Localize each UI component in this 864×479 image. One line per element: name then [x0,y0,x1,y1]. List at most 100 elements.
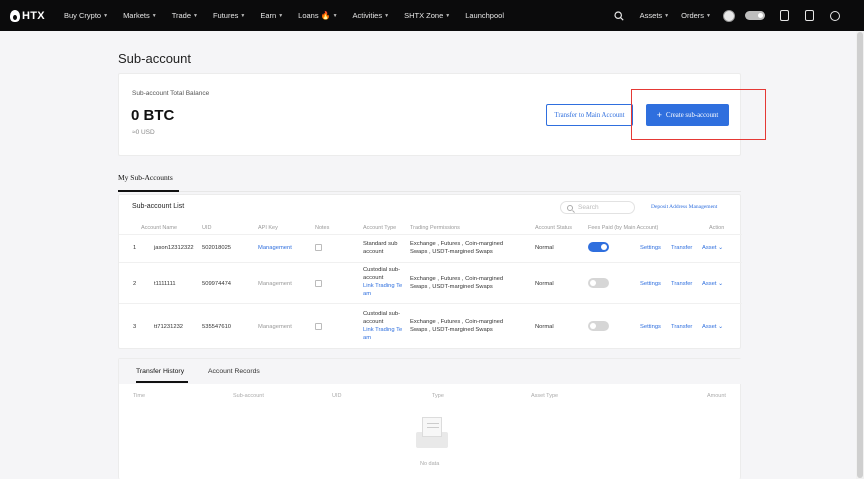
logo-text: HTX [22,9,45,22]
account-name: tt71231232 [154,324,184,330]
transfer-link[interactable]: Transfer [671,323,692,331]
tab-transfer-history[interactable]: Transfer History [136,368,184,375]
caret-down-icon: ▼ [151,12,157,19]
asset-link[interactable]: Asset ⌄ [702,323,723,331]
header-amount: Amount [707,393,726,399]
fire-icon: 🔥 [320,11,331,20]
account-name: t1111111 [154,281,176,287]
nav-earn[interactable]: Earn ▼ [260,11,283,20]
account-uid: 535547610 [202,324,232,330]
caret-down-icon: ▼ [332,12,338,19]
download-icon[interactable] [780,10,789,21]
tab-my-sub-accounts[interactable]: My Sub-Accounts [118,173,173,182]
empty-state-text: No data [420,461,440,467]
header-type: Type [432,393,444,399]
transfer-link[interactable]: Transfer [671,244,692,252]
settings-link[interactable]: Settings [640,280,661,288]
account-name: jason12312322 [154,245,194,251]
link-trading-team[interactable]: Link Trading Te [363,326,402,334]
nav-label: Launchpool [465,11,504,20]
nav-label: Activities [352,11,383,20]
header-account-name: Account Name [141,225,178,231]
paper-line [427,427,439,428]
account-status: Normal [535,324,554,330]
vip-badge-icon[interactable] [745,11,765,20]
transfer-link[interactable]: Transfer [671,280,692,288]
row-divider [119,262,742,263]
list-title: Sub-account List [132,203,185,210]
fees-paid-toggle[interactable] [588,278,609,288]
api-key-management-link[interactable]: Management [258,280,292,288]
toggle-knob [590,323,596,329]
flame-icon [10,9,20,22]
nav-buy-crypto[interactable]: Buy Crypto ▼ [64,11,108,20]
header-fees-paid: Fees Paid (by Main Account) [588,225,659,231]
nav-launchpool[interactable]: Launchpool [465,11,504,20]
nav-label: Markets [123,11,150,20]
header-account-type: Account Type [363,225,397,231]
nav-futures[interactable]: Futures ▼ [213,11,245,20]
header-api-key: API Key [258,225,278,231]
nav-orders[interactable]: Orders ▼ [681,11,711,20]
globe-icon[interactable] [830,10,840,21]
nav-label: Buy Crypto [64,11,102,20]
permissions-line: Exchange , Futures , Coin-margined [410,241,504,247]
account-type-line: Custodial sub- [363,311,401,317]
caret-down-icon: ▼ [445,12,451,19]
active-tab-indicator [136,381,188,383]
search-icon [567,204,573,211]
htx-logo[interactable]: HTX [10,9,56,22]
history-card: Transfer History Account Records Time Su… [118,358,742,479]
fees-paid-toggle[interactable] [588,321,609,331]
api-key-management-link[interactable]: Management [258,244,292,252]
toggle-knob [590,280,596,286]
edit-note-icon[interactable] [315,280,322,287]
settings-link[interactable]: Settings [640,244,661,252]
top-nav-bar: HTX Buy Crypto ▼ Markets ▼ Trade ▼ Futures ▼… [0,0,864,31]
chevron-down-icon: ⌄ [718,245,723,251]
transfer-to-main-button[interactable]: Transfer to Main Account [546,104,633,126]
paper-shape [422,417,442,437]
nav-shtx-zone[interactable]: SHTX Zone ▼ [404,11,450,20]
nav-markets[interactable]: Markets ▼ [123,11,157,20]
deposit-address-link[interactable]: Deposit Address Management [651,204,717,210]
link-trading-team[interactable]: am [363,290,371,298]
asset-label: Asset [702,245,717,251]
toggle-knob [601,244,607,250]
caret-down-icon: ▼ [193,12,198,19]
balance-usd: ≈0 USD [132,129,155,136]
highlight-box [631,89,766,140]
api-key-management-link[interactable]: Management [258,323,292,331]
balance-label: Sub-account Total Balance [132,90,210,97]
search-icon[interactable] [614,10,624,21]
avatar[interactable] [723,9,735,22]
scrollbar-thumb[interactable] [857,32,863,478]
edit-note-icon[interactable] [315,323,322,330]
caret-down-icon: ▼ [278,12,284,19]
caret-down-icon: ▼ [240,12,246,19]
nav-trade[interactable]: Trade ▼ [172,11,198,20]
permissions-line: Swaps , USDT-margined Swaps [410,249,493,255]
link-trading-team[interactable]: am [363,334,371,342]
header-uid: UID [202,225,212,231]
settings-link[interactable]: Settings [640,323,661,331]
caret-down-icon: ▼ [706,12,711,19]
nav-activities[interactable]: Activities ▼ [353,11,390,20]
row-index: 2 [133,281,137,287]
edit-note-icon[interactable] [315,244,322,251]
nav-loans[interactable]: Loans 🔥 ▼ [298,11,337,20]
account-status: Normal [535,281,554,287]
link-trading-team[interactable]: Link Trading Te [363,282,402,290]
row-index: 1 [133,245,137,251]
notification-icon[interactable] [805,10,814,21]
paper-line [427,423,439,424]
nav-assets[interactable]: Assets ▼ [640,11,669,20]
asset-label: Asset [702,324,717,330]
tab-account-records[interactable]: Account Records [208,368,260,375]
fees-paid-toggle[interactable] [588,242,609,252]
row-divider [119,303,742,304]
asset-label: Asset [702,281,717,287]
asset-link[interactable]: Asset ⌄ [702,280,723,288]
asset-link[interactable]: Asset ⌄ [702,244,723,252]
search-input[interactable]: Search [560,201,635,214]
